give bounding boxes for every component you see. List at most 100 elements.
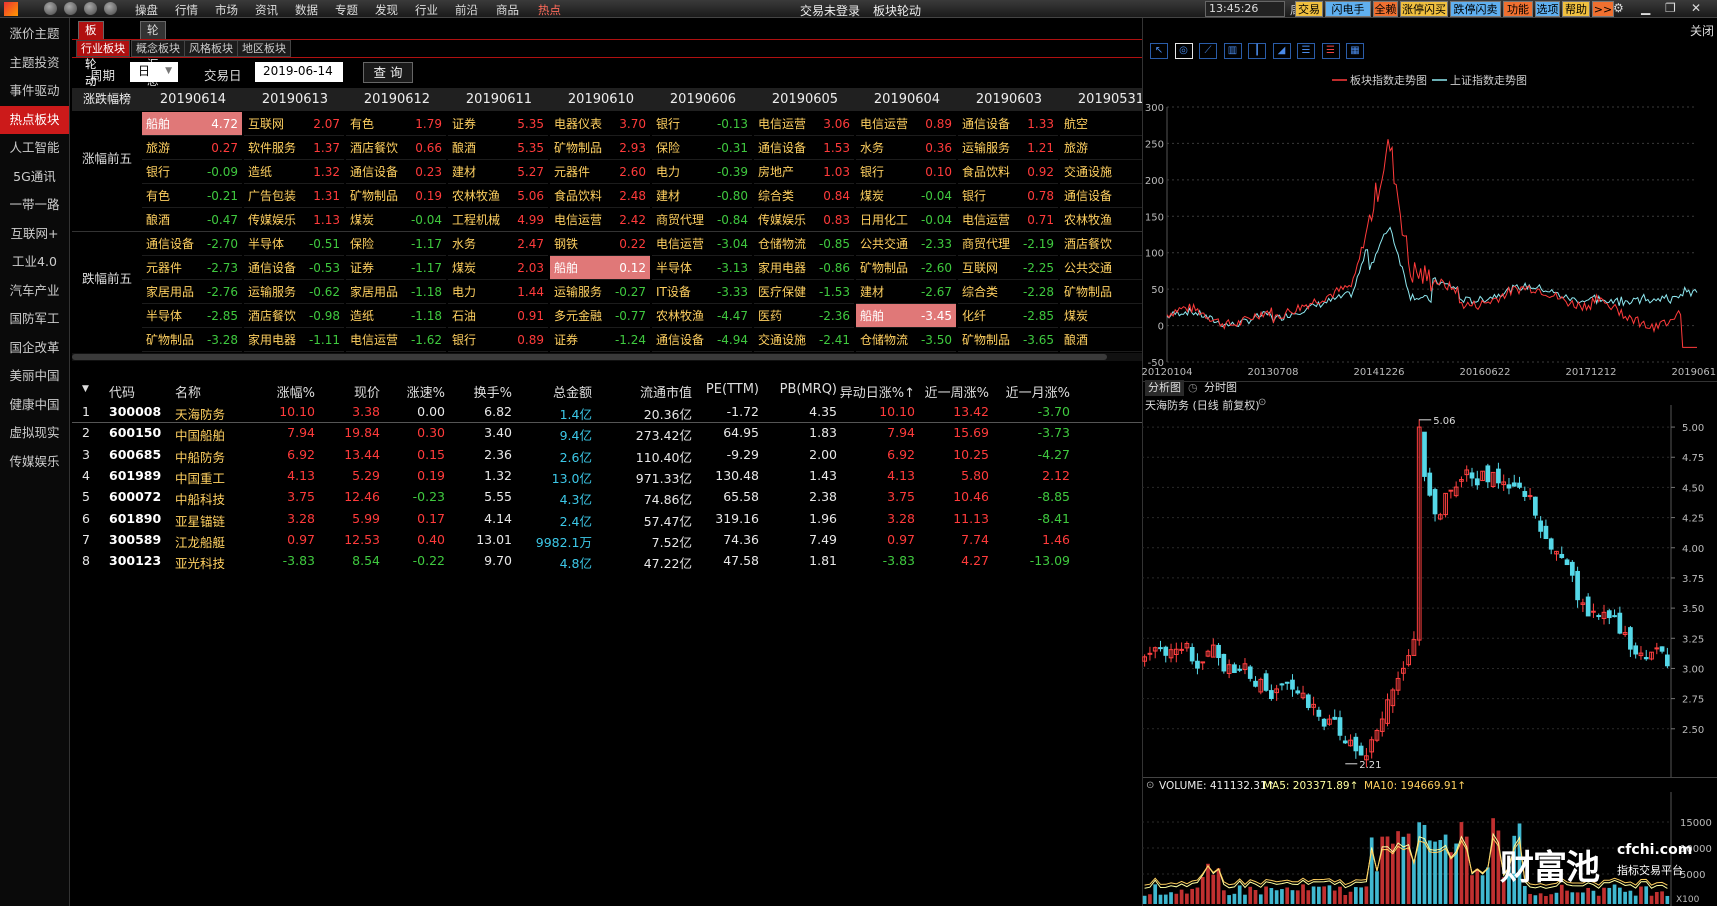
sector-cell[interactable]: 通信设备 [1060,184,1142,208]
sector-cell[interactable]: 水务 0.36 [856,136,956,160]
toolbar-button-3[interactable]: 涨停闪买 [1400,1,1448,17]
date-header[interactable]: 20190614 [142,88,244,111]
sector-cell[interactable]: 家居用品 -2.76 [142,280,242,304]
sector-cell[interactable]: 农林牧渔 5.06 [448,184,548,208]
sector-cell[interactable]: 食品饮料 0.92 [958,160,1058,184]
grid-scrollbar[interactable] [72,353,1142,361]
sector-cell[interactable]: 仓储物流 -0.85 [754,232,854,256]
sector-cell[interactable]: 酿酒 5.35 [448,136,548,160]
sector-cell[interactable]: 商贸代理 -2.19 [958,232,1058,256]
tab-industry[interactable]: 行业板块 [76,40,130,57]
sidebar-item-11[interactable]: 国企改革 [0,334,69,363]
sidebar-item-5[interactable]: 5G通讯 [0,163,69,192]
sector-cell[interactable]: 家用电器 -0.86 [754,256,854,280]
sector-cell[interactable]: 传媒娱乐 1.13 [244,208,344,232]
tab-region[interactable]: 地区板块 [237,40,291,57]
sector-cell[interactable]: 矿物制品 [1060,280,1142,304]
sector-cell[interactable]: 矿物制品 2.93 [550,136,650,160]
bar-tool-icon[interactable]: ▥ [1223,43,1242,59]
sector-cell[interactable]: 交通设施 [1060,160,1142,184]
column-header[interactable]: PB(MRQ) [772,382,837,397]
table-row[interactable]: 6 601890 亚星锚链 3.28 5.99 0.17 4.14 2.4亿 57.47亿 319… [72,508,1142,530]
menu-10[interactable]: 热点 [538,2,561,18]
sector-cell[interactable]: 运输服务 -0.62 [244,280,344,304]
sidebar-item-13[interactable]: 健康中国 [0,391,69,420]
sector-cell[interactable]: 有色 1.79 [346,112,446,136]
sector-cell[interactable]: 运输服务 1.21 [958,136,1058,160]
sidebar-item-7[interactable]: 互联网+ [0,220,69,249]
sector-cell[interactable]: 食品饮料 2.48 [550,184,650,208]
sector-cell[interactable]: 元器件 2.60 [550,160,650,184]
grid-icon[interactable]: ▦ [1346,43,1364,59]
sector-cell[interactable]: 综合类 0.84 [754,184,854,208]
date-header[interactable]: 20190610 [550,88,652,111]
sort-icon[interactable]: ▼ [82,384,89,394]
sector-cell[interactable]: 酒店餐饮 -0.98 [244,304,344,328]
table-row[interactable]: 4 601989 中国重工 4.13 5.29 0.19 1.32 13.0亿 971.33亿 1… [72,465,1142,487]
tab-analysis-chart[interactable]: 分析图 [1145,380,1184,396]
sector-cell[interactable]: 半导体 -0.51 [244,232,344,256]
sector-cell[interactable]: 医药 -2.36 [754,304,854,328]
date-header[interactable]: 20190605 [754,88,856,111]
sector-cell[interactable]: 传媒娱乐 0.83 [754,208,854,232]
sector-cell[interactable]: 通信设备 -0.53 [244,256,344,280]
sidebar-item-2[interactable]: 事件驱动 [0,77,69,106]
column-header[interactable]: 现价 [325,382,380,401]
menu-1[interactable]: 行情 [175,2,198,18]
sector-cell[interactable]: 电器仪表 3.70 [550,112,650,136]
nav-forward-icon[interactable] [64,2,77,15]
column-header[interactable]: 名称 [175,382,201,401]
sector-cell[interactable]: 仓储物流 -3.50 [856,328,956,352]
sector-cell[interactable]: 医疗保健 -1.53 [754,280,854,304]
sector-cell[interactable]: 半导体 -2.85 [142,304,242,328]
menu-2[interactable]: 市场 [215,2,238,18]
sector-cell[interactable]: 船舶 4.72 [142,112,242,136]
toolbar-button-6[interactable]: 选项 [1535,1,1560,17]
menu-7[interactable]: 行业 [415,2,438,18]
sector-cell[interactable]: 房地产 1.03 [754,160,854,184]
sector-cell[interactable]: 矿物制品 -3.28 [142,328,242,352]
sector-cell[interactable]: 电信运营 3.06 [754,112,854,136]
sector-cell[interactable]: 半导体 -3.13 [652,256,752,280]
sector-cell[interactable]: 通信设备 -2.70 [142,232,242,256]
date-header[interactable]: 20190603 [958,88,1060,111]
sector-cell[interactable]: 酒店餐饮 0.66 [346,136,446,160]
sector-cell[interactable]: 航空 [1060,112,1142,136]
sector-cell[interactable]: 酿酒 -0.47 [142,208,242,232]
sector-cell[interactable]: 矿物制品 0.19 [346,184,446,208]
table-row[interactable]: 2 600150 中国船舶 7.94 19.84 0.30 3.40 9.4亿 273.42亿 6… [72,422,1142,444]
sector-cell[interactable]: 多元金融 -0.77 [550,304,650,328]
sector-cell[interactable]: 钢铁 0.22 [550,232,650,256]
sector-cell[interactable]: 广告包装 1.31 [244,184,344,208]
skin-icon[interactable]: ⚙ [1613,1,1624,15]
tab-rotation-summary[interactable]: 轮动汇总 [140,21,166,88]
menu-5[interactable]: 专题 [335,2,358,18]
sector-cell[interactable]: 日用化工 -0.04 [856,208,956,232]
sector-cell[interactable]: 公共交通 -2.33 [856,232,956,256]
sidebar-item-9[interactable]: 汽车产业 [0,277,69,306]
sector-cell[interactable]: 商贸代理 -0.84 [652,208,752,232]
sector-cell[interactable]: 农林牧渔 -4.47 [652,304,752,328]
table-row[interactable]: 3 600685 中船防务 6.92 13.44 0.15 2.36 2.6亿 110.40亿 -… [72,444,1142,466]
date-header[interactable]: 20190612 [346,88,448,111]
sector-cell[interactable]: 元器件 -2.73 [142,256,242,280]
column-header[interactable]: PE(TTM) [699,382,759,397]
sector-cell[interactable]: 造纸 -1.18 [346,304,446,328]
sector-cell[interactable]: 有色 -0.21 [142,184,242,208]
cursor-icon[interactable]: ↖ [1150,43,1168,59]
sector-cell[interactable]: 电信运营 2.42 [550,208,650,232]
toolbar-button-2[interactable]: 全赖 [1373,1,1398,17]
sector-cell[interactable]: 银行 -0.13 [652,112,752,136]
sector-cell[interactable]: 电信运营 -3.04 [652,232,752,256]
kline-tool-icon[interactable]: ┃ [1248,43,1266,59]
sector-cell[interactable]: 运输服务 -0.27 [550,280,650,304]
column-header[interactable]: 涨速% [390,382,445,401]
sector-cell[interactable]: 银行 0.78 [958,184,1058,208]
tab-intraday-chart[interactable]: 分时图 [1201,380,1240,396]
sector-cell[interactable]: 建材 -2.67 [856,280,956,304]
sector-cell[interactable]: 水务 2.47 [448,232,548,256]
menu-9[interactable]: 商品 [496,2,519,18]
sector-cell[interactable]: 公共交通 [1060,256,1142,280]
sector-cell[interactable]: 农林牧渔 [1060,208,1142,232]
date-header[interactable]: 20190531 [1060,88,1142,111]
